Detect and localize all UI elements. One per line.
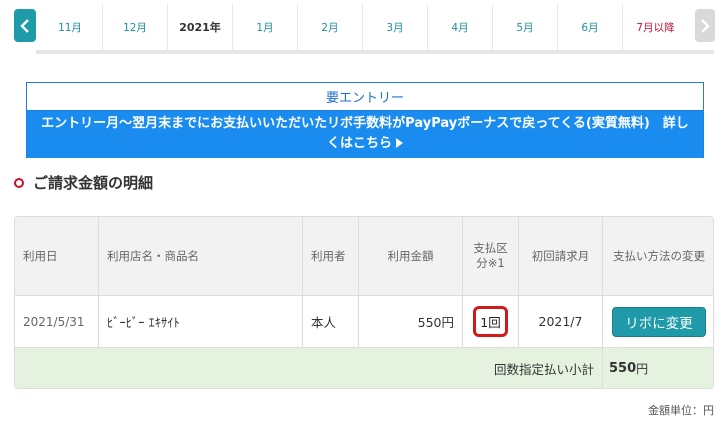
section-heading: ご請求金額の明細 bbox=[14, 172, 153, 193]
cell-action: リボに変更 bbox=[603, 296, 713, 347]
play-arrow-icon bbox=[396, 138, 403, 148]
cell-date: 2021/5/31 bbox=[15, 296, 99, 347]
cell-user: 本人 bbox=[303, 296, 359, 347]
prev-month-button[interactable] bbox=[14, 9, 36, 42]
banner-body-text: エントリー月～翌月末までにお支払いいただいたリボ手数料がPayPayボーナスで戻… bbox=[41, 116, 689, 151]
month-tabs: 11月 12月 2021年 1月 2月 3月 4月 5月 6月 7月以降 bbox=[38, 4, 688, 54]
month-tab-active[interactable]: 7月以降 bbox=[623, 4, 688, 54]
cell-first-billing: 2021/7 bbox=[519, 296, 603, 347]
header-change-method: 支払い方法の変更 bbox=[613, 248, 705, 263]
month-tab[interactable]: 12月 bbox=[103, 4, 168, 50]
circle-bullet-icon bbox=[14, 177, 24, 188]
banner-body[interactable]: エントリー月～翌月末までにお支払いいただいたリボ手数料がPayPayボーナスで戻… bbox=[27, 111, 703, 158]
entry-promo-banner[interactable]: 要エントリー エントリー月～翌月末までにお支払いいただいたリボ手数料がPayPa… bbox=[26, 82, 704, 158]
header-payment-type: 支払区分※1 bbox=[463, 217, 519, 295]
table-header-row: 利用日 利用店名・商品名 利用者 利用金額 支払区分※1 初回請求月 支払い方法… bbox=[15, 217, 713, 295]
payment-type-highlight: 1回 bbox=[473, 306, 508, 337]
month-tab[interactable]: 5月 bbox=[493, 4, 558, 50]
header-amount: 利用金額 bbox=[359, 217, 463, 295]
section-title: ご請求金額の明細 bbox=[33, 174, 154, 192]
statement-table: 利用日 利用店名・商品名 利用者 利用金額 支払区分※1 初回請求月 支払い方法… bbox=[14, 216, 714, 389]
change-to-revolving-button[interactable]: リボに変更 bbox=[612, 306, 706, 337]
table-row: 2021/5/31 ﾋﾞｰﾋﾞｰ ｴｷｻｲﾄ 本人 550円 1回 2021/7… bbox=[15, 295, 713, 347]
cell-payment-type: 1回 bbox=[463, 296, 519, 347]
header-date: 利用日 bbox=[15, 217, 99, 295]
subtotal-row: 回数指定払い小計 550 円 bbox=[15, 347, 713, 388]
month-tab[interactable]: 3月 bbox=[363, 4, 428, 50]
month-tab[interactable]: 11月 bbox=[38, 4, 103, 50]
chevron-left-icon bbox=[20, 18, 29, 33]
month-tab[interactable]: 2月 bbox=[298, 4, 363, 50]
subtotal-amount: 550 bbox=[609, 361, 637, 376]
month-navigation: 11月 12月 2021年 1月 2月 3月 4月 5月 6月 7月以降 bbox=[0, 0, 721, 55]
header-first-billing: 初回請求月 bbox=[519, 217, 603, 295]
chevron-right-icon bbox=[701, 18, 710, 33]
month-tab[interactable]: 4月 bbox=[428, 4, 493, 50]
header-store: 利用店名・商品名 bbox=[99, 217, 303, 295]
cell-amount: 550円 bbox=[359, 296, 463, 347]
cell-store: ﾋﾞｰﾋﾞｰ ｴｷｻｲﾄ bbox=[99, 296, 303, 347]
subtotal-label: 回数指定払い小計 bbox=[15, 348, 603, 388]
next-month-button[interactable] bbox=[695, 9, 715, 42]
month-tab[interactable]: 1月 bbox=[233, 4, 298, 50]
month-tab[interactable]: 6月 bbox=[558, 4, 623, 50]
currency-unit-note: 金額単位：円 bbox=[648, 404, 714, 417]
year-label: 2021年 bbox=[168, 4, 233, 50]
header-user: 利用者 bbox=[303, 217, 359, 295]
nav-divider bbox=[36, 50, 714, 54]
subtotal-unit: 円 bbox=[636, 362, 649, 376]
subtotal-value: 550 円 bbox=[603, 348, 713, 388]
banner-header: 要エントリー bbox=[27, 83, 703, 111]
